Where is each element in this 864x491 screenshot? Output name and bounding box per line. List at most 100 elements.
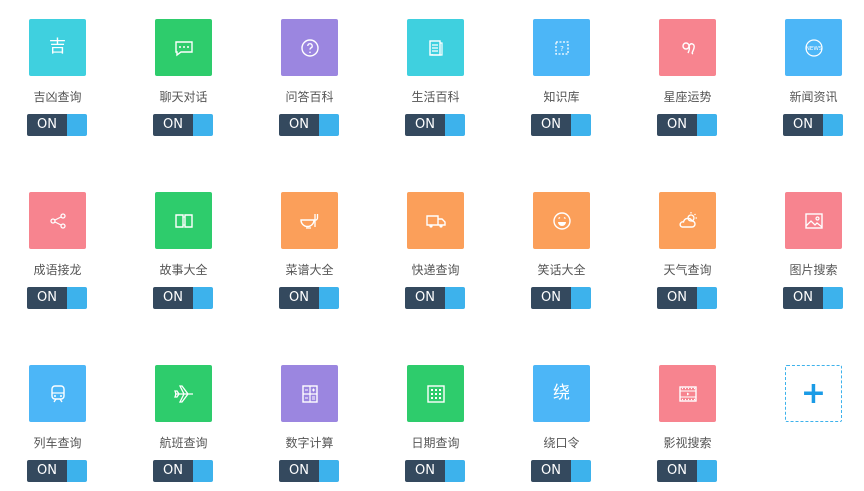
plugin-toggle[interactable]: ON <box>783 287 843 309</box>
toggle-knob[interactable] <box>319 114 339 136</box>
toggle-on-label: ON <box>27 114 67 136</box>
toggle-knob[interactable] <box>571 287 591 309</box>
toggle-on-label: ON <box>153 114 193 136</box>
toggle-on-label: ON <box>153 287 193 309</box>
plugin-toggle[interactable]: ON <box>657 114 717 136</box>
plugin-tile[interactable] <box>407 365 464 422</box>
plugin-tile[interactable]: 吉 <box>29 19 86 76</box>
toggle-knob[interactable] <box>67 114 87 136</box>
toggle-on-label: ON <box>531 114 571 136</box>
plugin-tile[interactable] <box>407 19 464 76</box>
plugin-card: 列车查询 ON <box>0 346 120 482</box>
toggle-on-label: ON <box>279 287 319 309</box>
plugin-toggle[interactable]: ON <box>153 460 213 482</box>
toggle-knob[interactable] <box>697 287 717 309</box>
toggle-knob[interactable] <box>319 287 339 309</box>
toggle-knob[interactable] <box>67 460 87 482</box>
plugin-toggle[interactable]: ON <box>405 114 465 136</box>
toggle-knob[interactable] <box>67 287 87 309</box>
plugin-label: 吉凶查询 <box>33 90 82 104</box>
train-icon <box>50 384 65 402</box>
plugin-tile[interactable] <box>29 192 86 249</box>
plugin-toggle[interactable]: ON <box>279 114 339 136</box>
plugin-tile[interactable] <box>281 192 338 249</box>
toggle-on-label: ON <box>405 287 445 309</box>
share-icon <box>49 212 66 229</box>
plugin-toggle[interactable]: ON <box>531 287 591 309</box>
plugin-tile[interactable] <box>407 192 464 249</box>
toggle-on-label: ON <box>279 460 319 482</box>
plugin-label: 数字计算 <box>285 436 334 450</box>
plugin-toggle[interactable]: ON <box>783 114 843 136</box>
dish-icon <box>299 213 318 229</box>
plugin-card: 菜谱大全 ON <box>252 173 372 309</box>
plugin-tile[interactable] <box>155 192 212 249</box>
plugin-card: 成语接龙 ON <box>0 173 120 309</box>
plugin-toggle[interactable]: ON <box>279 460 339 482</box>
svg-text:NEWS: NEWS <box>805 46 822 52</box>
toggle-knob[interactable] <box>571 114 591 136</box>
plugin-tile[interactable] <box>785 192 842 249</box>
toggle-on-label: ON <box>405 114 445 136</box>
plugin-label: 问答百科 <box>285 90 334 104</box>
plugin-toggle[interactable]: ON <box>657 460 717 482</box>
add-plugin-button[interactable]: + <box>785 365 842 422</box>
toggle-knob[interactable] <box>571 460 591 482</box>
toggle-knob[interactable] <box>445 460 465 482</box>
toggle-on-label: ON <box>657 460 697 482</box>
toggle-knob[interactable] <box>823 287 843 309</box>
toggle-knob[interactable] <box>445 114 465 136</box>
toggle-knob[interactable] <box>319 460 339 482</box>
plugin-tile[interactable] <box>281 19 338 76</box>
plugin-tile[interactable] <box>659 192 716 249</box>
plugin-card: 航班查询 ON <box>126 346 246 482</box>
plugin-toggle[interactable]: ON <box>657 287 717 309</box>
plugin-label: 影视搜索 <box>663 436 712 450</box>
plugin-toggle[interactable]: ON <box>27 287 87 309</box>
plugin-label: 天气查询 <box>663 263 712 277</box>
toggle-knob[interactable] <box>697 114 717 136</box>
plugin-card: 问答百科 ON <box>252 0 372 136</box>
plugin-tile[interactable]: NEWS <box>785 19 842 76</box>
plugin-tile[interactable] <box>155 19 212 76</box>
toggle-on-label: ON <box>27 287 67 309</box>
plugin-toggle[interactable]: ON <box>531 114 591 136</box>
plugin-tile[interactable] <box>659 365 716 422</box>
plugin-toggle[interactable]: ON <box>27 460 87 482</box>
plugin-tile[interactable]: 绕 <box>533 365 590 422</box>
toggle-on-label: ON <box>279 114 319 136</box>
plugin-label: 笑话大全 <box>537 263 586 277</box>
plugin-label: 日期查询 <box>411 436 460 450</box>
plugin-toggle[interactable]: ON <box>279 287 339 309</box>
toggle-knob[interactable] <box>445 287 465 309</box>
plugin-card: 笑话大全 ON <box>504 173 624 309</box>
plugin-card: 影视搜索 ON <box>630 346 750 482</box>
toggle-knob[interactable] <box>193 287 213 309</box>
plugin-tile[interactable] <box>29 365 86 422</box>
plugin-label: 成语接龙 <box>33 263 82 277</box>
plugin-toggle[interactable]: ON <box>405 460 465 482</box>
plugin-grid: 吉吉凶查询 ON 聊天对话 ON 问答百科 ON 生活百科 ON? 知识库 ON 星座运势 ON NEW… <box>0 0 864 491</box>
plugin-label: 星座运势 <box>663 90 712 104</box>
plugin-toggle[interactable]: ON <box>405 287 465 309</box>
plugin-label: 新闻资讯 <box>789 90 838 104</box>
plugin-toggle[interactable]: ON <box>153 114 213 136</box>
plugin-label: 菜谱大全 <box>285 263 334 277</box>
plugin-tile[interactable] <box>659 19 716 76</box>
toggle-knob[interactable] <box>697 460 717 482</box>
toggle-knob[interactable] <box>193 114 213 136</box>
smile-icon <box>552 211 571 230</box>
plugin-tile[interactable]: ? <box>533 19 590 76</box>
plugin-label: 生活百科 <box>411 90 460 104</box>
plugin-toggle[interactable]: ON <box>531 460 591 482</box>
plugin-tile[interactable] <box>155 365 212 422</box>
toggle-on-label: ON <box>783 114 823 136</box>
toggle-knob[interactable] <box>823 114 843 136</box>
plugin-tile[interactable] <box>533 192 590 249</box>
image-icon <box>804 212 823 229</box>
plugin-tile[interactable] <box>281 365 338 422</box>
toggle-knob[interactable] <box>193 460 213 482</box>
plugin-toggle[interactable]: ON <box>27 114 87 136</box>
plugin-label: 图片搜索 <box>789 263 838 277</box>
plugin-toggle[interactable]: ON <box>153 287 213 309</box>
